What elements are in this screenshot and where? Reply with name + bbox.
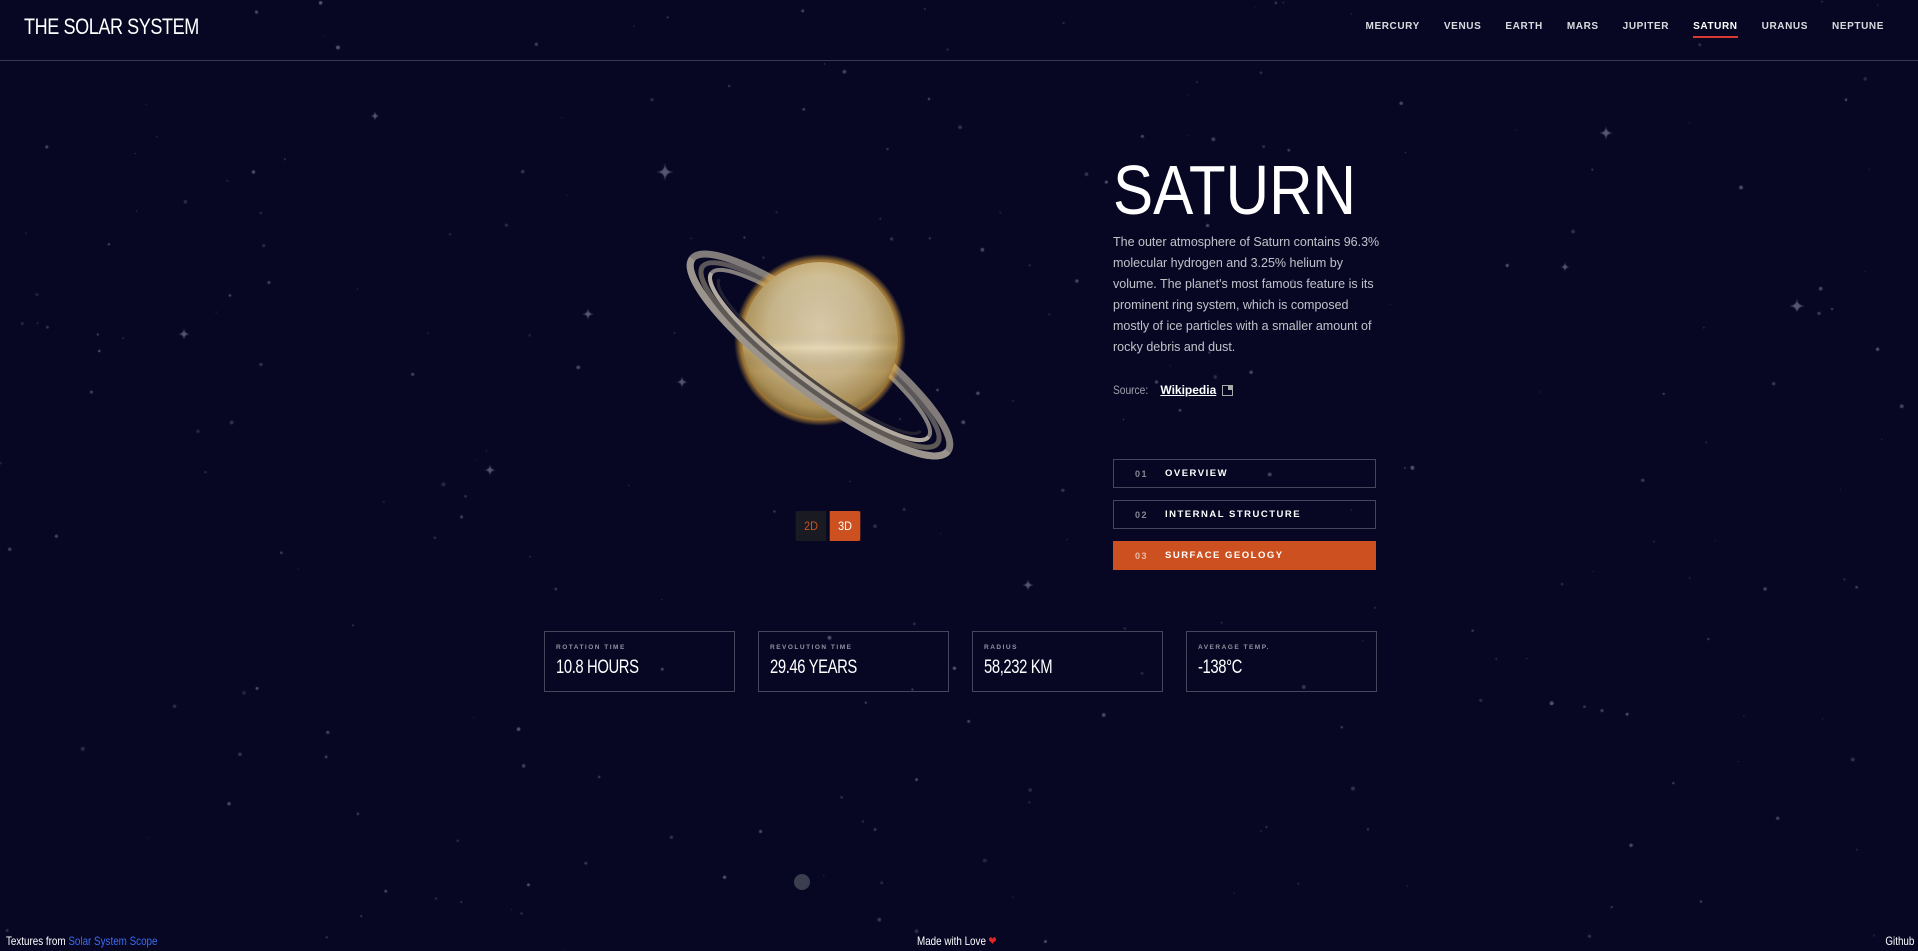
tab-number: 01 xyxy=(1135,468,1149,479)
moon-decoration xyxy=(794,874,810,890)
info-tabs: 01 OVERVIEW 02 INTERNAL STRUCTURE 03 SUR… xyxy=(1113,459,1376,582)
nav-item-mercury[interactable]: MERCURY xyxy=(1354,20,1432,38)
nav-item-earth[interactable]: EARTH xyxy=(1493,20,1554,38)
nav-item-uranus[interactable]: URANUS xyxy=(1750,20,1820,38)
nav-item-neptune[interactable]: NEPTUNE xyxy=(1820,20,1896,38)
wikipedia-link[interactable]: Wikipedia xyxy=(1160,383,1216,397)
tab-label: OVERVIEW xyxy=(1165,468,1229,479)
stat-label: ROTATION TIME xyxy=(556,644,626,651)
heart-icon: ❤ xyxy=(988,934,997,948)
footer-made-with-love: Made with Love ❤ xyxy=(917,934,997,948)
stat-rotation-time: ROTATION TIME 10.8 HOURS xyxy=(544,631,735,692)
made-with-love-text: Made with Love xyxy=(917,934,986,948)
view-2d-button[interactable]: 2D xyxy=(795,511,827,541)
stat-value: -138°C xyxy=(1198,657,1242,678)
planet-nav: MERCURY VENUS EARTH MARS JUPITER SATURN … xyxy=(1354,20,1896,38)
nav-item-jupiter[interactable]: JUPITER xyxy=(1611,20,1681,38)
source-line: Source: Wikipedia xyxy=(1113,383,1234,397)
stat-label: REVOLUTION TIME xyxy=(770,644,853,651)
site-logo[interactable]: THE SOLAR SYSTEM xyxy=(24,14,199,40)
tab-internal-structure[interactable]: 02 INTERNAL STRUCTURE xyxy=(1113,500,1376,529)
github-link[interactable]: Github xyxy=(1885,934,1914,948)
tab-surface-geology[interactable]: 03 SURFACE GEOLOGY xyxy=(1113,541,1376,570)
nav-item-saturn[interactable]: SATURN xyxy=(1681,20,1750,38)
stat-revolution-time: REVOLUTION TIME 29.46 YEARS xyxy=(758,631,949,692)
saturn-planet-image[interactable] xyxy=(660,230,980,480)
stat-label: RADIUS xyxy=(984,644,1018,651)
stat-value: 58,232 KM xyxy=(984,657,1053,678)
solar-system-scope-link[interactable]: Solar System Scope xyxy=(68,934,157,948)
stat-average-temp: AVERAGE TEMP. -138°C xyxy=(1186,631,1377,692)
site-header: THE SOLAR SYSTEM MERCURY VENUS EARTH MAR… xyxy=(0,0,1918,61)
nav-item-venus[interactable]: VENUS xyxy=(1432,20,1493,38)
footer-textures-label: Textures from xyxy=(6,934,66,948)
footer-credits: Textures from Solar System Scope xyxy=(6,934,157,948)
stat-value: 29.46 YEARS xyxy=(770,657,857,678)
stat-value: 10.8 HOURS xyxy=(556,657,639,678)
tab-label: INTERNAL STRUCTURE xyxy=(1165,509,1302,520)
tab-number: 02 xyxy=(1135,509,1149,520)
view-3d-button[interactable]: 3D xyxy=(829,511,861,541)
view-mode-toggle: 2D 3D xyxy=(794,511,862,541)
planet-description: The outer atmosphere of Saturn contains … xyxy=(1113,235,1380,354)
tab-label: SURFACE GEOLOGY xyxy=(1165,550,1284,561)
nav-item-mars[interactable]: MARS xyxy=(1555,20,1611,38)
stats-row: ROTATION TIME 10.8 HOURS REVOLUTION TIME… xyxy=(544,631,1377,692)
source-label: Source: xyxy=(1113,383,1149,397)
stat-label: AVERAGE TEMP. xyxy=(1198,644,1270,651)
tab-overview[interactable]: 01 OVERVIEW xyxy=(1113,459,1376,488)
planet-title: SATURN xyxy=(1113,151,1357,229)
tab-number: 03 xyxy=(1135,550,1149,561)
external-link-icon[interactable] xyxy=(1222,384,1234,396)
stat-radius: RADIUS 58,232 KM xyxy=(972,631,1163,692)
